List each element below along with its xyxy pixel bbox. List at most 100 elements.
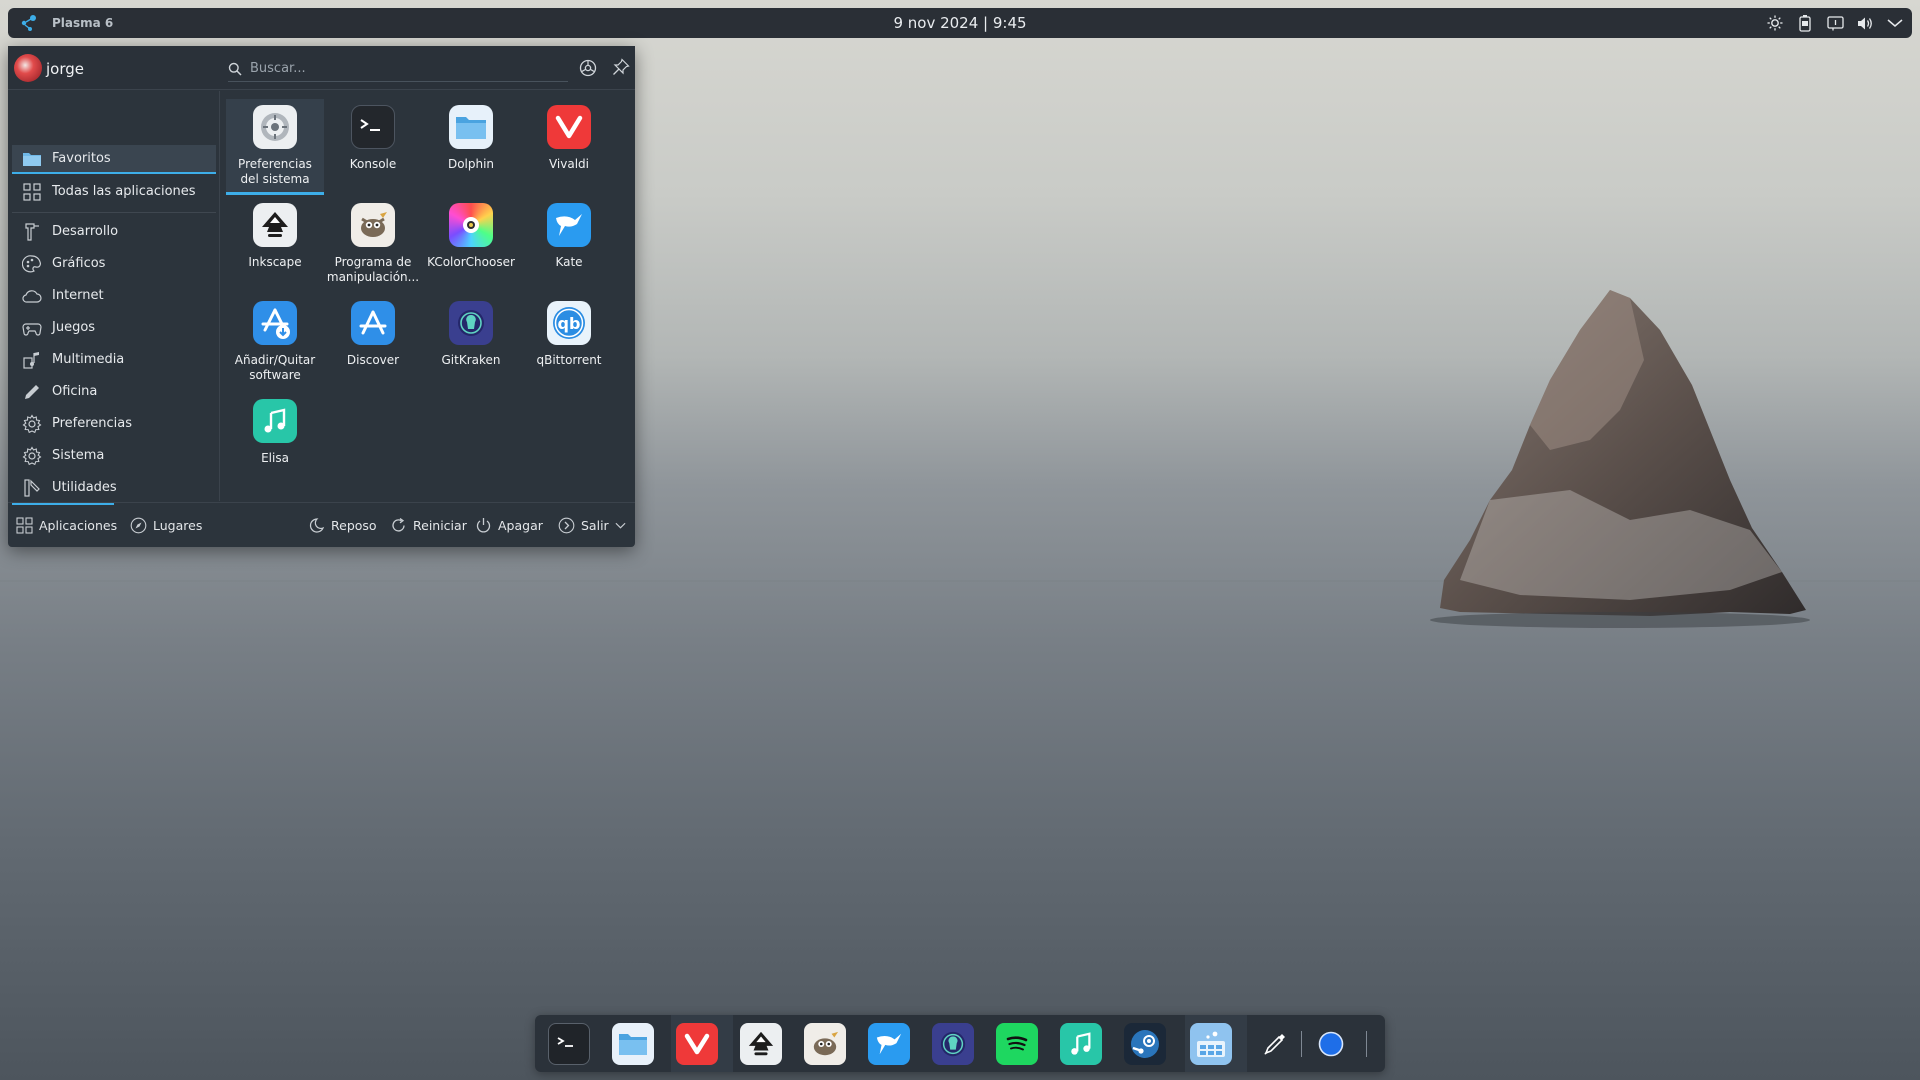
kate-app-icon xyxy=(547,203,591,247)
digital-clock[interactable]: 9 nov 2024 | 9:45 xyxy=(8,14,1912,32)
category-label: Sistema xyxy=(52,448,105,463)
color-chooser-app-icon xyxy=(449,203,493,247)
battery-icon[interactable] xyxy=(1794,12,1816,34)
dock-blue-circle-icon[interactable] xyxy=(1310,1023,1352,1065)
gimp-app-icon xyxy=(351,203,395,247)
username: jorge xyxy=(46,60,84,78)
sea-rock-image xyxy=(1430,290,1810,628)
dock-gitkraken-icon[interactable] xyxy=(932,1023,974,1065)
tab-label: Aplicaciones xyxy=(39,518,118,533)
settings-app-icon xyxy=(253,105,297,149)
sleep-button[interactable]: Reposo xyxy=(308,503,377,548)
search-input[interactable] xyxy=(250,61,550,76)
app-label: qBittorrent xyxy=(536,353,602,367)
category-sistema[interactable]: Sistema xyxy=(12,441,216,470)
compass-icon xyxy=(130,517,147,534)
gitkraken-app-icon xyxy=(449,301,493,345)
dock-gimp-icon[interactable] xyxy=(804,1023,846,1065)
category-label: Preferencias xyxy=(52,416,133,431)
gear-icon xyxy=(22,445,42,465)
category-label: Utilidades xyxy=(52,480,117,495)
app-discover[interactable]: Discover xyxy=(324,295,422,391)
category-todas-las-aplicaciones[interactable]: Todas las aplicaciones xyxy=(12,177,216,206)
category-utilidades[interactable]: Utilidades xyxy=(12,473,216,502)
category-label: Gráficos xyxy=(52,256,106,271)
dock-folder-icon[interactable] xyxy=(612,1023,654,1065)
app-label: Añadir/Quitar software xyxy=(234,353,316,382)
app-label: KColorChooser xyxy=(427,255,515,269)
category-label: Oficina xyxy=(52,384,98,399)
avatar[interactable] xyxy=(14,54,42,82)
app-kate[interactable]: Kate xyxy=(520,197,618,293)
app-label: Vivaldi xyxy=(548,157,590,171)
gamepad-icon xyxy=(22,322,42,336)
dock-terminal-icon[interactable] xyxy=(548,1023,590,1065)
app-gitkraken[interactable]: GitKraken xyxy=(422,295,520,391)
app-elisa[interactable]: Elisa xyxy=(226,393,324,489)
plasma-logo-icon xyxy=(21,15,36,31)
pin-button[interactable] xyxy=(612,58,632,78)
top-panel: Plasma 6 9 nov 2024 | 9:45 xyxy=(8,8,1912,38)
launcher-header: jorge xyxy=(8,46,635,90)
app-anadir-quitar-software[interactable]: Añadir/Quitar software xyxy=(226,295,324,391)
favorites-grid: Preferencias del sistema Konsole Dolphin… xyxy=(226,99,626,489)
chevron-down-icon[interactable] xyxy=(615,522,626,530)
system-tray xyxy=(1764,8,1906,38)
restart-button[interactable]: Reiniciar xyxy=(390,503,467,548)
sidebar-divider xyxy=(12,212,216,213)
tab-aplicaciones[interactable]: Aplicaciones xyxy=(16,503,117,548)
grid-icon xyxy=(23,182,41,201)
dock-music-icon[interactable] xyxy=(1060,1023,1102,1065)
dock-app-launcher-icon[interactable] xyxy=(1190,1023,1232,1065)
app-konsole[interactable]: Konsole xyxy=(324,99,422,195)
application-launcher: jorge Favoritos Todas las aplicaciones D… xyxy=(8,46,635,547)
dock-kate-icon[interactable] xyxy=(868,1023,910,1065)
dock-steam-icon[interactable] xyxy=(1124,1023,1166,1065)
app-qbittorrent[interactable]: qb qBittorrent xyxy=(520,295,618,391)
folder-app-icon xyxy=(449,105,493,149)
app-kcolorchooser[interactable]: KColorChooser xyxy=(422,197,520,293)
category-graficos[interactable]: Gráficos xyxy=(12,249,216,278)
app-label: Elisa xyxy=(261,451,289,465)
app-inkscape[interactable]: Inkscape xyxy=(226,197,324,293)
shutdown-button[interactable]: Apagar xyxy=(475,503,543,548)
category-label: Juegos xyxy=(52,320,96,335)
category-oficina[interactable]: Oficina xyxy=(12,377,216,406)
tab-label: Lugares xyxy=(153,518,203,533)
app-label: Inkscape xyxy=(248,255,302,269)
svg-text:qb: qb xyxy=(558,314,581,333)
dock-spotify-icon[interactable] xyxy=(996,1023,1038,1065)
app-label: Kate xyxy=(555,255,583,269)
app-dolphin[interactable]: Dolphin xyxy=(422,99,520,195)
category-juegos[interactable]: Juegos xyxy=(12,313,216,342)
dock-panel xyxy=(535,1015,1385,1072)
category-preferencias[interactable]: Preferencias xyxy=(12,409,216,438)
cloud-icon xyxy=(22,289,42,303)
dock-color-picker-icon[interactable] xyxy=(1254,1023,1296,1065)
category-sidebar: Favoritos Todas las aplicaciones Desarro… xyxy=(8,91,220,501)
category-internet[interactable]: Internet xyxy=(12,281,216,310)
kickoff-launcher-button[interactable] xyxy=(14,8,44,38)
logout-icon xyxy=(558,517,575,534)
brightness-icon[interactable] xyxy=(1764,12,1786,34)
category-favoritos[interactable]: Favoritos xyxy=(12,145,216,174)
dock-vivaldi-icon[interactable] xyxy=(676,1023,718,1065)
category-multimedia[interactable]: Multimedia xyxy=(12,345,216,374)
chevron-down-icon[interactable] xyxy=(1884,12,1906,34)
app-gimp[interactable]: Programa de manipulación... xyxy=(324,197,422,293)
category-label: Todas las aplicaciones xyxy=(52,184,196,199)
volume-icon[interactable] xyxy=(1854,12,1876,34)
notifications-icon[interactable] xyxy=(1824,12,1846,34)
category-label: Multimedia xyxy=(52,352,125,367)
qbittorrent-app-icon: qb xyxy=(547,301,591,345)
elisa-app-icon xyxy=(253,399,297,443)
configure-button[interactable] xyxy=(578,58,600,80)
tab-lugares[interactable]: Lugares xyxy=(130,503,202,548)
dock-inkscape-icon[interactable] xyxy=(740,1023,782,1065)
logout-button[interactable]: Salir xyxy=(558,503,632,548)
app-preferencias-del-sistema[interactable]: Preferencias del sistema xyxy=(226,99,324,195)
app-vivaldi[interactable]: Vivaldi xyxy=(520,99,618,195)
category-desarrollo[interactable]: Desarrollo xyxy=(12,217,216,246)
pencil-icon xyxy=(25,384,39,399)
app-label: Preferencias del sistema xyxy=(238,157,312,186)
